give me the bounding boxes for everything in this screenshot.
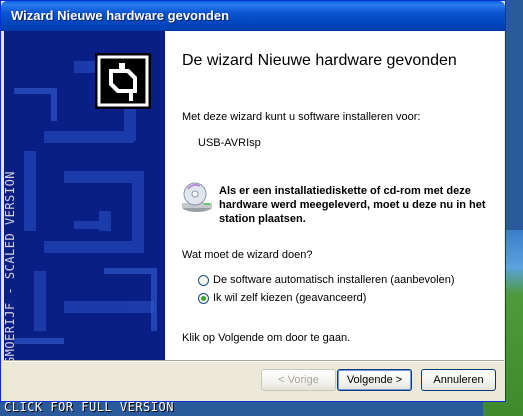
wizard-window: Wizard Nieuwe hardware gevonden De wizar…	[0, 0, 506, 402]
back-button[interactable]: < Vorige	[261, 369, 336, 391]
radio-button-manual[interactable]	[198, 292, 209, 304]
device-name: USB-AVRIsp	[198, 137, 261, 149]
option-automatic[interactable]: De software automatisch installeren (aan…	[198, 274, 455, 286]
option-manual[interactable]: Ik wil zelf kiezen (geavanceerd)	[198, 292, 366, 304]
info-message: Als er een installatiediskette of cd-rom…	[219, 185, 486, 225]
watermark-side: (C) GMOERIJF - SCALED VERSION	[3, 170, 17, 395]
option-manual-label: Ik wil zelf kiezen (geavanceerd)	[213, 292, 367, 304]
page-title: De wizard Nieuwe hardware gevonden	[182, 52, 457, 69]
hardware-icon	[95, 53, 151, 109]
watermark-bottom[interactable]: CLICK FOR FULL VERSION	[4, 400, 174, 414]
next-button[interactable]: Volgende >	[337, 369, 412, 391]
option-automatic-label: De software automatisch installeren (aan…	[213, 274, 455, 286]
cancel-button[interactable]: Annuleren	[421, 369, 496, 391]
radio-button-automatic[interactable]	[198, 274, 209, 286]
intro-text: Met deze wizard kunt u software installe…	[182, 111, 421, 123]
wizard-content: De wizard Nieuwe hardware gevonden Met d…	[165, 31, 504, 360]
question-text: Wat moet de wizard doen?	[182, 249, 313, 261]
button-separator	[4, 360, 504, 362]
wizard-side-panel	[4, 31, 165, 360]
hint-text: Klik op Volgende om door te gaan.	[182, 332, 351, 344]
window-title[interactable]: Wizard Nieuwe hardware gevonden	[1, 1, 505, 31]
cd-drive-icon	[182, 182, 212, 212]
